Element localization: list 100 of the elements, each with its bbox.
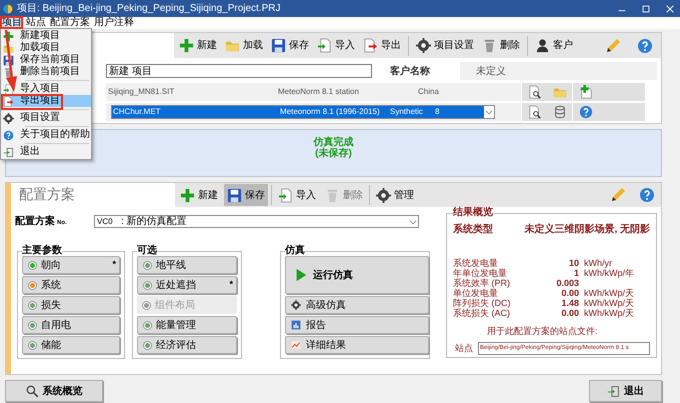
result-value: 0.00 — [560, 308, 579, 318]
app-logo-icon — [3, 4, 13, 14]
edit-button[interactable] — [605, 38, 621, 54]
view-meteo-button[interactable] — [528, 105, 542, 119]
plus-icon — [3, 30, 14, 42]
meteo-type: Synthetic — [390, 106, 424, 118]
meteo-source: Meteonorm 8.1 (1996-2015) — [280, 106, 381, 118]
parameter-button[interactable]: 地平线 — [137, 256, 237, 274]
export-icon — [363, 38, 378, 53]
status-dot — [143, 340, 152, 350]
simulation-button[interactable]: 报告 — [285, 316, 429, 334]
trash-icon — [325, 188, 340, 202]
view-site-button[interactable] — [528, 85, 542, 99]
toolbar-button[interactable]: 保存 — [270, 38, 310, 53]
toolbar-button[interactable]: 新建 — [177, 184, 221, 206]
parameter-button[interactable]: 系统 — [22, 276, 120, 294]
simulation-button[interactable]: 高级仿真 — [285, 296, 429, 314]
meteo-help-button[interactable] — [579, 105, 593, 119]
close-icon[interactable] — [665, 4, 675, 14]
modified-mark: * — [229, 278, 233, 291]
toolbar-button[interactable]: 加载 — [224, 38, 264, 53]
menu-item[interactable]: 用户注释 — [92, 17, 136, 29]
bar-chart-icon — [291, 320, 301, 330]
result-value: 10 — [568, 258, 579, 268]
menu-item[interactable]: 关于项目的帮助 — [1, 129, 91, 141]
parameter-button[interactable]: 自用电 — [22, 316, 120, 334]
toolbar-button[interactable]: 保存 — [224, 184, 268, 206]
group-title: 仿真 — [285, 246, 305, 256]
database-button[interactable] — [552, 105, 566, 119]
status-dot — [142, 300, 151, 310]
parameter-button[interactable]: 经济评估 — [137, 336, 237, 354]
import-icon — [278, 188, 293, 202]
search-icon — [26, 384, 38, 398]
variant-dropdown[interactable]: VC0 : 新的仿真配置 — [94, 215, 419, 228]
pencil-icon — [605, 38, 621, 54]
help-button[interactable] — [639, 187, 655, 203]
variant-code: VC0 — [96, 216, 114, 227]
exit-icon — [607, 384, 620, 398]
result-label: 系统效率 (PR) — [453, 278, 511, 288]
status-text: 仿真完成 — [314, 137, 354, 148]
annotation-arrow — [4, 29, 18, 93]
parameter-button[interactable]: 储能 — [22, 336, 120, 354]
result-value: 0.003 — [555, 278, 579, 288]
toolbar-button[interactable]: 新建 — [178, 38, 218, 53]
toolbar-button[interactable]: 管理 — [373, 184, 417, 206]
status-dot — [143, 320, 152, 330]
site-file-note: 用于此配置方案的站点文件: — [487, 325, 599, 338]
parameter-button[interactable]: 朝向 * — [22, 256, 120, 274]
meteo-column-4: 8 — [435, 106, 440, 118]
maximize-icon[interactable] — [641, 4, 651, 14]
parameter-button[interactable]: 损失 — [22, 296, 120, 314]
meteo-dropdown[interactable]: CHChur.MET Meteonorm 8.1 (1996-2015) Synthetic 8 — [111, 105, 495, 119]
simulation-button[interactable]: 运行仿真 — [285, 256, 429, 294]
status-text: (未保存) — [315, 148, 352, 159]
group-title: 结果概览 — [453, 208, 493, 218]
edit-button[interactable] — [610, 187, 626, 203]
toolbar-button[interactable]: 删除 — [481, 38, 521, 53]
new-site-button[interactable] — [579, 85, 593, 99]
result-unit: kWh/kWp/年 — [584, 268, 634, 278]
menu-item[interactable]: 站点 — [24, 17, 48, 29]
toolbar-button[interactable]: 导出 — [362, 38, 402, 53]
toolbar-button[interactable]: 导入 — [275, 184, 319, 206]
gear-icon — [291, 300, 301, 310]
document-search-icon — [528, 85, 542, 99]
menu-item[interactable]: 配置方案 — [48, 17, 92, 29]
simulation-button[interactable]: 详细结果 — [285, 336, 429, 354]
save-icon — [227, 188, 242, 202]
window-title: 项目: Beijing_Bei-jing_Peking_Peping_Sijiqing_Project.PRJ — [17, 2, 280, 16]
help-button[interactable] — [637, 38, 653, 54]
menu-item[interactable]: 新建项目 — [1, 30, 91, 42]
menu-item[interactable]: 加载项目 — [1, 42, 91, 54]
bottom-button[interactable]: 退出 — [589, 380, 662, 402]
result-label: 阵列损失 (DC) — [453, 298, 512, 308]
document-search-icon — [528, 105, 542, 119]
menu-item[interactable]: 保存当前项目 — [1, 54, 91, 66]
help-icon — [579, 105, 593, 119]
parameter-button[interactable]: 能量管理 — [137, 316, 237, 334]
result-label: 系统损失 (AC) — [453, 308, 511, 318]
client-label: 客户名称 — [390, 64, 431, 78]
menu-item[interactable]: 删除当前项目 — [1, 66, 91, 78]
site-country: China — [418, 86, 439, 98]
site-file: Sijiqing_MN81.SIT — [107, 86, 176, 98]
menu-item[interactable]: 退出 — [1, 146, 91, 158]
toolbar-button[interactable]: 项目设置 — [415, 38, 475, 53]
gear-icon — [416, 38, 431, 53]
panel-title: 配置方案 — [18, 186, 76, 204]
status-dot — [143, 280, 152, 290]
bottom-button[interactable]: 系统概览 — [5, 380, 103, 402]
status-dot — [143, 260, 152, 270]
help-icon — [639, 187, 655, 203]
modified-mark: * — [112, 258, 116, 271]
toolbar-button[interactable]: 客户 — [534, 38, 574, 53]
export-icon — [3, 96, 14, 106]
toolbar-button[interactable]: 导入 — [316, 38, 356, 53]
status-dot — [28, 320, 37, 330]
save-icon — [271, 38, 286, 53]
status-dot — [28, 300, 37, 310]
parameter-button[interactable]: 近处遮挡 * — [137, 276, 237, 294]
project-name-field[interactable]: 新建 项目 — [106, 64, 372, 78]
menu-item[interactable]: 项目设置 — [1, 112, 91, 124]
